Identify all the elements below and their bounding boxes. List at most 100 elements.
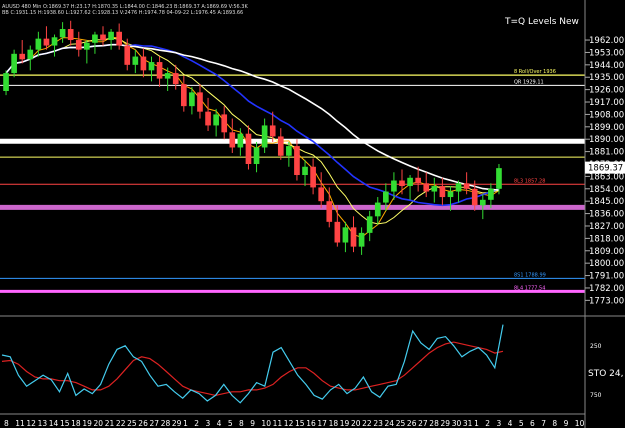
candle-body [84,42,90,50]
candle-body [253,147,260,164]
candle-body [463,183,470,189]
candle-body [471,188,478,206]
price-tick-label: 1836.00 [589,210,624,220]
price-tick-label: 1854.00 [589,185,624,195]
candle-body [318,187,325,202]
candle-body [423,183,430,192]
date-tick-label: 9 [564,419,569,428]
candle-body [269,125,276,137]
date-tick-label: 3 [205,419,210,428]
level-label: 8L3 1857.28 [514,178,545,184]
price-tick-label: 1782.00 [589,284,624,294]
date-tick-label: 18 [71,419,81,428]
date-tick-label: 15 [60,419,70,428]
price-tick-label: 1881.00 [589,148,624,158]
price-tick-label: 1935.00 [589,73,624,83]
candle-body [383,191,389,203]
date-tick-label: 28 [161,419,171,428]
candle-body [294,146,300,176]
candle-body [488,188,494,200]
candle-body [27,49,34,60]
date-tick-label: 12 [26,419,36,428]
candle-body [431,186,438,192]
date-tick-label: 29 [172,419,182,428]
stochastic-label: STO 24, [588,369,623,379]
candle-body [213,114,219,126]
date-tick-label: 14 [49,419,59,428]
candle-body [100,34,106,41]
candle-body [124,45,131,65]
date-tick-label: 13 [38,419,48,428]
date-tick-label: 19 [82,419,92,428]
date-tick-label: 29 [441,419,451,428]
candle-body [108,31,114,41]
price-tick-label: 1800.00 [589,259,624,269]
date-tick-label: 20 [94,419,104,428]
level-label: 8 Roll/Over 1936 [514,69,556,75]
candle-body [11,53,17,74]
candle-body [302,166,308,176]
candle-body [439,186,446,198]
price-tick-label: 1908.00 [589,110,624,120]
date-tick-label: 8 [4,419,9,428]
price-tick-label: 1845.00 [589,197,624,207]
date-tick-label: 8 [239,419,244,428]
date-tick-label: 17 [317,419,327,428]
candle-body [366,216,373,233]
date-tick-label: 27 [150,419,160,428]
price-tick-label: 1926.00 [589,86,624,96]
candle-body [277,136,284,156]
candle-body [172,73,179,85]
price-tick-label: 1944.00 [589,61,624,71]
candle-body [286,146,292,156]
candle-body [407,177,413,187]
candle-body [391,180,397,192]
price-tick-label: 1818.00 [589,234,624,244]
candle-body [350,227,357,247]
date-tick-label: 23 [373,419,383,428]
date-tick-label: 25 [396,419,406,428]
price-tick-label: 1917.00 [589,98,624,108]
date-tick-label: 8 [552,419,557,428]
price-tick-label: 1773.00 [589,296,624,306]
price-tick-label: 1890.00 [589,135,624,145]
date-tick-label: 21 [105,419,115,428]
candle-body [140,56,147,71]
date-tick-label: 24 [385,419,395,428]
candle-body [221,114,228,133]
date-tick-label: 6 [530,419,535,428]
candle-body [132,56,139,65]
stochastic-tick-label: 250 [590,343,602,350]
candle-body [180,84,187,107]
date-tick-label: 4 [217,419,222,428]
candle-body [3,73,9,91]
price-tick-label: 1953.00 [589,48,624,58]
candle-body [148,62,155,71]
date-tick-label: 18 [329,419,339,428]
date-tick-label: 22 [362,419,372,428]
candle-body [35,38,42,50]
candle-body [374,202,381,217]
price-tick-label: 1791.00 [589,272,624,282]
date-tick-label: 26 [407,419,417,428]
candle-body [229,132,236,148]
candle-body [51,37,58,46]
candle-body [399,180,405,187]
candle-body [19,53,26,60]
date-tick-label: 10 [575,419,585,428]
date-tick-label: 1 [474,419,479,428]
level-label: 8S1 1788.99 [514,272,546,278]
stochastic-tick-label: 750 [590,392,602,399]
date-tick-label: 19 [340,419,350,428]
candle-body [59,29,66,38]
date-tick-label: 1 [183,419,188,428]
date-tick-label: 9 [250,419,255,428]
candle-body [310,166,316,188]
price-chart[interactable]: 8 Roll/Over 1936 QR 1929.11 8L3 1857.28 8S1… [0,0,625,428]
date-tick-label: 5 [519,419,524,428]
date-tick-label: 25 [127,419,137,428]
level-label: QR 1929.11 [514,79,544,85]
date-tick-label: 7 [541,419,546,428]
price-tick-label: 1962.00 [589,36,624,46]
candle-body [455,183,462,192]
